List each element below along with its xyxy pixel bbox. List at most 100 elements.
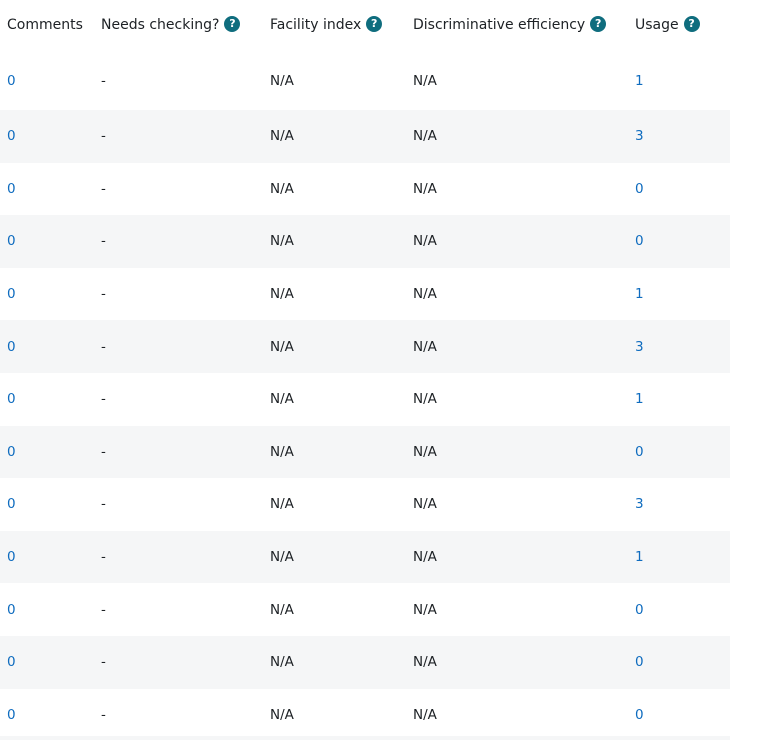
- needs-checking-cell: -: [94, 635, 263, 689]
- discriminative-efficiency-help-icon[interactable]: ?: [590, 16, 607, 32]
- header-comments[interactable]: Comments: [0, 0, 94, 52]
- discriminative-efficiency-cell: N/A: [406, 163, 628, 216]
- needs-checking-cell: -: [94, 320, 263, 373]
- facility-index-cell: N/A: [263, 689, 406, 741]
- needs-checking-cell: -: [94, 215, 263, 268]
- facility-index-cell: N/A: [263, 163, 406, 216]
- facility-index-cell: N/A: [263, 215, 406, 268]
- discriminative-efficiency-cell: N/A: [406, 110, 628, 163]
- table-row: 0 - N/A N/A 1: [0, 530, 730, 584]
- usage-link[interactable]: 0: [635, 233, 644, 249]
- comments-link[interactable]: 0: [7, 654, 16, 670]
- comments-link[interactable]: 0: [7, 286, 16, 302]
- facility-index-value: N/A: [270, 180, 294, 197]
- facility-index-value: N/A: [270, 286, 294, 303]
- needs-checking-help-icon[interactable]: ?: [224, 16, 241, 32]
- facility-index-cell: N/A: [263, 583, 406, 636]
- discriminative-efficiency-value: N/A: [413, 128, 437, 145]
- header-row: Comments Needs checking?? Facility index…: [0, 0, 730, 52]
- needs-checking-value: -: [101, 338, 106, 355]
- facility-index-value: N/A: [270, 73, 294, 89]
- comments-link[interactable]: 0: [7, 128, 16, 144]
- usage-cell: 0: [628, 689, 730, 741]
- discriminative-efficiency-value: N/A: [413, 73, 437, 89]
- facility-index-value: N/A: [270, 706, 294, 723]
- comments-link[interactable]: 0: [7, 602, 16, 618]
- comments-link[interactable]: 0: [7, 444, 16, 460]
- facility-index-help-icon[interactable]: ?: [366, 16, 383, 32]
- table-row: 0 - N/A N/A 1: [0, 268, 730, 321]
- usage-link[interactable]: 0: [635, 707, 644, 723]
- usage-cell: 0: [628, 425, 730, 479]
- facility-index-cell: N/A: [263, 52, 406, 110]
- usage-link[interactable]: 1: [635, 286, 644, 302]
- usage-link[interactable]: 1: [635, 391, 644, 407]
- usage-cell: 0: [628, 163, 730, 216]
- comments-link[interactable]: 0: [7, 707, 16, 723]
- comments-cell: 0: [0, 530, 94, 584]
- comments-link[interactable]: 0: [7, 73, 16, 89]
- comments-cell: 0: [0, 163, 94, 216]
- discriminative-efficiency-value: N/A: [413, 654, 437, 671]
- discriminative-efficiency-cell: N/A: [406, 320, 628, 373]
- facility-index-cell: N/A: [263, 110, 406, 163]
- needs-checking-value: -: [101, 496, 106, 513]
- header-needs-checking-label: Needs checking?: [101, 17, 220, 33]
- discriminative-efficiency-value: N/A: [413, 496, 437, 513]
- discriminative-efficiency-cell: N/A: [406, 689, 628, 741]
- table-row: 0 - N/A N/A 3: [0, 478, 730, 531]
- facility-index-value: N/A: [270, 391, 294, 408]
- usage-link[interactable]: 0: [635, 654, 644, 670]
- usage-link[interactable]: 0: [635, 181, 644, 197]
- header-comments-label: Comments: [7, 17, 83, 33]
- discriminative-efficiency-value: N/A: [413, 601, 437, 618]
- comments-cell: 0: [0, 268, 94, 321]
- needs-checking-value: -: [101, 286, 106, 303]
- facility-index-value: N/A: [270, 654, 294, 671]
- comments-link[interactable]: 0: [7, 549, 16, 565]
- header-needs-checking[interactable]: Needs checking??: [94, 0, 263, 52]
- needs-checking-cell: -: [94, 583, 263, 636]
- needs-checking-cell: -: [94, 373, 263, 426]
- discriminative-efficiency-cell: N/A: [406, 530, 628, 584]
- usage-link[interactable]: 3: [635, 128, 644, 144]
- comments-link[interactable]: 0: [7, 391, 16, 407]
- facility-index-cell: N/A: [263, 320, 406, 373]
- header-discriminative-efficiency[interactable]: Discriminative efficiency?: [406, 0, 628, 52]
- header-facility-index[interactable]: Facility index?: [263, 0, 406, 52]
- facility-index-cell: N/A: [263, 635, 406, 689]
- facility-index-value: N/A: [270, 496, 294, 513]
- table-header: Comments Needs checking?? Facility index…: [0, 0, 730, 52]
- usage-help-icon[interactable]: ?: [683, 16, 700, 32]
- facility-index-value: N/A: [270, 338, 294, 355]
- usage-link[interactable]: 0: [635, 444, 644, 460]
- header-usage[interactable]: Usage?: [628, 0, 730, 52]
- needs-checking-cell: -: [94, 110, 263, 163]
- needs-checking-value: -: [101, 706, 106, 723]
- comments-cell: 0: [0, 110, 94, 163]
- discriminative-efficiency-cell: N/A: [406, 373, 628, 426]
- discriminative-efficiency-cell: N/A: [406, 635, 628, 689]
- comments-link[interactable]: 0: [7, 496, 16, 512]
- comments-cell: 0: [0, 478, 94, 531]
- table-row: 0 - N/A N/A 0: [0, 215, 730, 268]
- needs-checking-value: -: [101, 128, 106, 145]
- discriminative-efficiency-value: N/A: [413, 338, 437, 355]
- comments-link[interactable]: 0: [7, 181, 16, 197]
- usage-link[interactable]: 1: [635, 73, 644, 89]
- usage-link[interactable]: 0: [635, 602, 644, 618]
- usage-link[interactable]: 1: [635, 549, 644, 565]
- needs-checking-value: -: [101, 180, 106, 197]
- comments-link[interactable]: 0: [7, 233, 16, 249]
- needs-checking-cell: -: [94, 52, 263, 110]
- usage-link[interactable]: 3: [635, 339, 644, 355]
- table-row: 0 - N/A N/A 1: [0, 373, 730, 426]
- usage-link[interactable]: 3: [635, 496, 644, 512]
- facility-index-cell: N/A: [263, 530, 406, 584]
- comments-link[interactable]: 0: [7, 339, 16, 355]
- usage-cell: 0: [628, 635, 730, 689]
- usage-cell: 1: [628, 530, 730, 584]
- discriminative-efficiency-value: N/A: [413, 706, 437, 723]
- discriminative-efficiency-value: N/A: [413, 286, 437, 303]
- facility-index-cell: N/A: [263, 425, 406, 479]
